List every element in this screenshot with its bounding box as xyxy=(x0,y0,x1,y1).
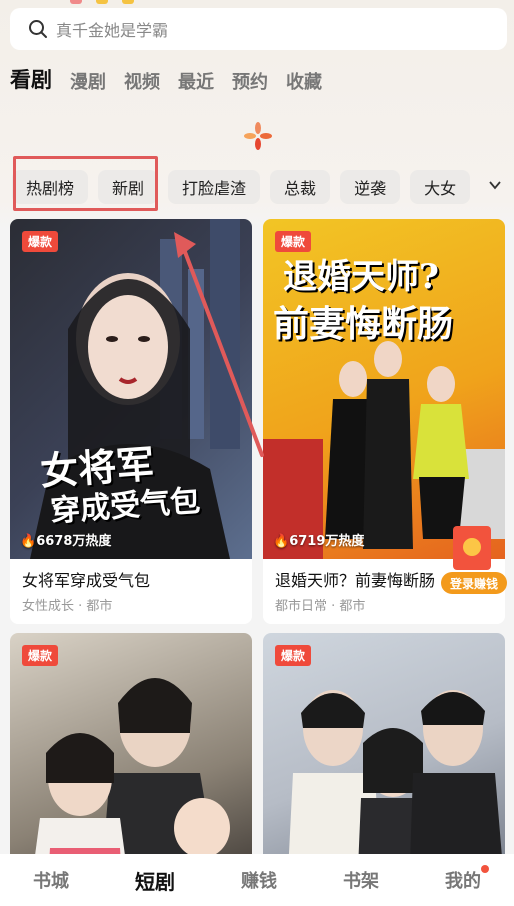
nav-me[interactable]: 我的 xyxy=(445,865,489,893)
content-tabs: 看剧 漫剧 视频 最近 预约 收藏 xyxy=(10,64,322,94)
coin-icon xyxy=(463,538,481,556)
chip-face-slap[interactable]: 打脸虐渣 xyxy=(168,170,261,204)
login-reward-label: 登录赚钱 xyxy=(441,572,507,594)
tab-recent[interactable]: 最近 xyxy=(178,68,214,94)
drama-poster: 退婚天师? 前妻悔断肠 爆款 🔥6719万热度 xyxy=(263,219,505,559)
chip-hot-ranking[interactable]: 热剧榜 xyxy=(12,170,89,204)
bottom-nav: 书城 短剧 赚钱 书架 我的 xyxy=(0,854,514,906)
drama-poster: 女将军 穿成受气包 爆款 🔥6678万热度 xyxy=(10,219,252,559)
poster-title-line2: 前妻悔断肠 xyxy=(273,303,454,345)
nav-earn[interactable]: 赚钱 xyxy=(241,867,277,893)
hot-badge: 爆款 xyxy=(22,645,59,666)
tab-watch[interactable]: 看剧 xyxy=(10,64,52,94)
loading-icon xyxy=(244,122,272,150)
chip-counterattack[interactable]: 逆袭 xyxy=(340,170,401,204)
tab-video[interactable]: 视频 xyxy=(124,68,160,94)
chevron-down-icon[interactable] xyxy=(488,178,502,192)
search-placeholder: 真千金她是学霸 xyxy=(56,21,169,40)
search-bar[interactable]: 真千金她是学霸 xyxy=(10,8,507,50)
tab-favorites[interactable]: 收藏 xyxy=(286,68,322,94)
nav-bookshelf[interactable]: 书架 xyxy=(343,867,379,893)
chip-ceo[interactable]: 总裁 xyxy=(270,170,331,204)
poster-title-line1: 退婚天师? xyxy=(283,257,439,297)
login-reward-float[interactable]: 登录赚钱 xyxy=(441,526,507,598)
search-icon xyxy=(29,20,47,38)
chip-new-drama[interactable]: 新剧 xyxy=(98,170,159,204)
tab-comic-drama[interactable]: 漫剧 xyxy=(70,68,106,94)
hot-badge: 爆款 xyxy=(22,231,59,252)
notification-dot xyxy=(481,865,489,873)
drama-tags: 女性成长 · 都市 xyxy=(22,599,113,614)
category-chips: 热剧榜 新剧 打脸虐渣 总裁 逆袭 大女 xyxy=(0,164,482,210)
hot-badge: 爆款 xyxy=(275,645,312,666)
tab-reservation[interactable]: 预约 xyxy=(232,68,268,94)
nav-bookstore[interactable]: 书城 xyxy=(33,867,69,893)
hot-badge: 爆款 xyxy=(275,231,312,252)
heat-count: 🔥6719万热度 xyxy=(273,534,365,549)
drama-title: 女将军穿成受气包 xyxy=(22,571,151,590)
nav-short-drama[interactable]: 短剧 xyxy=(135,866,175,895)
chip-female-lead[interactable]: 大女 xyxy=(410,170,471,204)
drama-card[interactable]: 女将军 穿成受气包 爆款 🔥6678万热度 女将军穿成受气包 女性成长 · 都市 xyxy=(10,219,252,624)
status-indicators xyxy=(70,0,134,6)
heat-count: 🔥6678万热度 xyxy=(20,534,112,549)
